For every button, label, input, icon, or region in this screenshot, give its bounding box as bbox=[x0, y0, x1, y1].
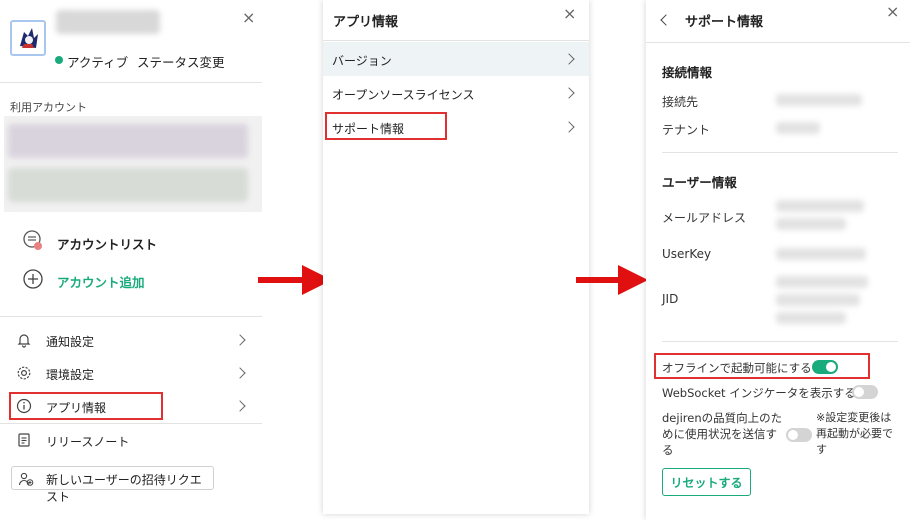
connection-section-title: 接続情報 bbox=[662, 65, 713, 80]
invite-button-label: 新しいユーザーの招待リクエスト bbox=[46, 473, 202, 504]
quality-label-line: る bbox=[662, 443, 674, 457]
invite-user-button[interactable]: 新しいユーザーの招待リクエスト bbox=[11, 466, 214, 504]
websocket-toggle[interactable] bbox=[852, 385, 878, 399]
arrow-shaft bbox=[576, 277, 620, 283]
accounts-section-label: 利用アカウント bbox=[10, 101, 87, 114]
divider bbox=[0, 82, 262, 83]
list-item-version[interactable]: バージョン bbox=[323, 42, 589, 76]
user-menu-panel: × アクティブ ステータス変更 利用アカウント アカウントリスト アカウント追加… bbox=[0, 0, 262, 520]
document-icon bbox=[16, 432, 32, 448]
list-item-oss-license[interactable]: オープンソースライセンス bbox=[323, 76, 589, 110]
add-account-link[interactable]: アカウント追加 bbox=[57, 272, 145, 291]
quality-label-line: dejirenの品質向上のた bbox=[662, 411, 783, 425]
add-user-icon bbox=[18, 471, 34, 487]
divider bbox=[0, 316, 262, 317]
field-value-redacted bbox=[776, 200, 864, 212]
toggle-knob bbox=[788, 430, 798, 440]
field-value-redacted bbox=[776, 122, 820, 134]
chevron-right-icon bbox=[563, 121, 575, 133]
avatar[interactable] bbox=[10, 20, 46, 56]
arrow-shaft bbox=[258, 277, 304, 283]
chevron-right-icon bbox=[563, 87, 575, 99]
divider bbox=[646, 42, 910, 43]
app-info-panel: アプリ情報 × バージョン オープンソースライセンス サポート情報 bbox=[323, 0, 589, 514]
menu-item-label: 通知設定 bbox=[46, 335, 95, 349]
page-title: サポート情報 bbox=[685, 15, 764, 30]
status-change-link[interactable]: ステータス変更 bbox=[137, 52, 225, 71]
chevron-right-icon bbox=[563, 53, 575, 65]
bell-icon bbox=[16, 332, 32, 348]
menu-item-notification-settings[interactable]: 通知設定 bbox=[0, 326, 262, 354]
account-list-icon bbox=[22, 229, 44, 251]
avatar-icon bbox=[20, 28, 38, 48]
field-value-redacted bbox=[776, 94, 862, 106]
arrow-head bbox=[618, 265, 648, 295]
highlight-box bbox=[325, 112, 447, 140]
restart-note-line: す bbox=[816, 443, 827, 456]
field-value-redacted bbox=[776, 294, 860, 306]
status-label: アクティブ bbox=[67, 55, 129, 70]
field-value-redacted bbox=[776, 248, 866, 260]
menu-item-environment-settings[interactable]: 環境設定 bbox=[0, 359, 262, 387]
field-value-redacted bbox=[776, 276, 868, 288]
toggle-knob bbox=[854, 387, 864, 397]
field-label: テナント bbox=[662, 123, 711, 137]
divider bbox=[0, 423, 262, 424]
websocket-toggle-label: WebSocket インジケータを表示する bbox=[662, 386, 856, 400]
chevron-right-icon bbox=[234, 400, 246, 412]
list-item-label: オープンソースライセンス bbox=[332, 88, 475, 102]
status-indicator bbox=[55, 56, 63, 64]
close-icon[interactable]: × bbox=[242, 10, 255, 26]
quality-toggle[interactable] bbox=[786, 428, 812, 442]
field-label: JID bbox=[662, 292, 679, 306]
user-section-title: ユーザー情報 bbox=[662, 175, 737, 190]
chevron-right-icon bbox=[234, 334, 246, 346]
user-name-redacted bbox=[56, 10, 160, 34]
restart-note: ※設定変更後は 再起動が必要で す bbox=[816, 410, 893, 458]
divider bbox=[662, 152, 898, 153]
add-circle-icon bbox=[22, 268, 44, 290]
menu-item-label: リリースノート bbox=[46, 435, 130, 449]
close-icon[interactable]: × bbox=[886, 4, 899, 20]
field-label: メールアドレス bbox=[662, 211, 747, 225]
close-icon[interactable]: × bbox=[563, 6, 576, 22]
quality-label: dejirenの品質向上のた めに使用状況を送信す る bbox=[662, 410, 782, 458]
restart-note-line: ※設定変更後は bbox=[816, 411, 892, 424]
highlight-box bbox=[654, 353, 870, 379]
gear-icon bbox=[16, 365, 32, 381]
page-title: アプリ情報 bbox=[333, 15, 399, 30]
support-info-panel: サポート情報 × 接続情報 接続先 テナント ユーザー情報 メールアドレス Us… bbox=[646, 0, 910, 520]
account-item-redacted[interactable] bbox=[8, 124, 248, 158]
menu-item-label: 環境設定 bbox=[46, 368, 95, 382]
reset-button[interactable]: リセットする bbox=[662, 468, 751, 496]
account-item-redacted[interactable] bbox=[8, 168, 248, 202]
account-list-blurred bbox=[4, 116, 262, 212]
field-label: UserKey bbox=[662, 247, 712, 261]
list-item-label: バージョン bbox=[332, 54, 392, 68]
divider bbox=[323, 40, 589, 41]
highlight-box bbox=[9, 392, 163, 420]
divider bbox=[662, 341, 898, 342]
restart-note-line: 再起動が必要で bbox=[816, 427, 893, 440]
account-list-link[interactable]: アカウントリスト bbox=[57, 234, 157, 253]
field-value-redacted bbox=[776, 312, 846, 324]
field-value-redacted bbox=[776, 218, 846, 230]
quality-label-line: めに使用状況を送信す bbox=[662, 427, 777, 441]
menu-item-release-notes[interactable]: リリースノート bbox=[0, 426, 262, 454]
field-label: 接続先 bbox=[662, 95, 699, 109]
back-icon[interactable] bbox=[660, 14, 672, 26]
chevron-right-icon bbox=[234, 367, 246, 379]
